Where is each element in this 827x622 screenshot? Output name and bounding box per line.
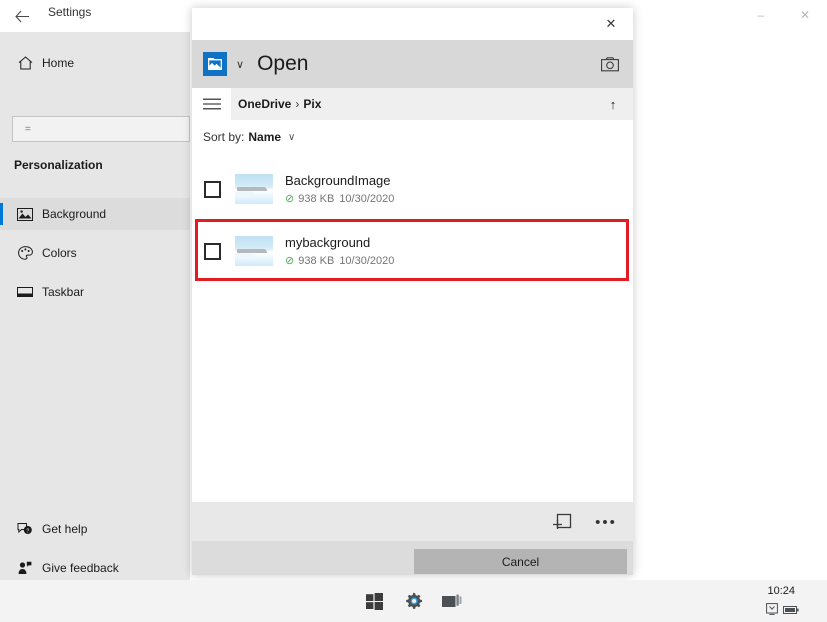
sidebar-item-give-feedback-label: Give feedback xyxy=(42,561,119,575)
file-thumbnail xyxy=(235,236,273,266)
navigate-up-button[interactable]: ↑ xyxy=(601,93,625,115)
breadcrumb-root[interactable]: OneDrive xyxy=(238,97,291,111)
sort-bar: Sort by: Name ∨ xyxy=(192,120,633,154)
taskbar: 10:24 xyxy=(0,580,827,622)
more-options-button[interactable]: ••• xyxy=(593,509,619,535)
sidebar-item-taskbar-label: Taskbar xyxy=(42,285,85,299)
file-info: mybackground ⊘ 938 KB 10/30/2020 xyxy=(285,234,394,269)
file-name: mybackground xyxy=(285,234,371,250)
settings-gear-icon xyxy=(405,592,422,609)
dialog-toolbar: ••• xyxy=(192,502,633,541)
file-list-item[interactable]: BackgroundImage ⊘ 938 KB 10/30/2020 xyxy=(192,158,633,220)
cloud-synced-icon: ⊘ xyxy=(285,192,295,205)
system-tray xyxy=(766,602,799,620)
file-checkbox[interactable] xyxy=(204,180,221,198)
task-view-icon xyxy=(442,594,462,607)
sidebar-item-background-label: Background xyxy=(42,207,107,221)
sort-by-label: Sort by: xyxy=(203,130,245,144)
hamburger-menu-icon xyxy=(202,98,221,110)
file-thumbnail xyxy=(235,174,273,204)
file-info: BackgroundImage ⊘ 938 KB 10/30/2020 xyxy=(285,172,394,207)
file-list: BackgroundImage ⊘ 938 KB 10/30/2020 myba… xyxy=(192,154,633,502)
breadcrumb-current[interactable]: Pix xyxy=(303,97,321,111)
file-date: 10/30/2020 xyxy=(339,254,395,267)
cancel-button[interactable]: Cancel xyxy=(414,549,627,574)
home-icon xyxy=(8,56,42,70)
back-arrow-icon xyxy=(14,10,29,22)
search-input-value: = xyxy=(25,123,31,135)
minimize-button[interactable]: – xyxy=(739,0,783,30)
cloud-synced-icon: ⊘ xyxy=(285,254,295,267)
feedback-icon xyxy=(8,561,42,575)
file-list-item[interactable]: mybackground ⊘ 938 KB 10/30/2020 xyxy=(192,220,633,282)
windows-start-icon xyxy=(365,592,383,610)
camera-icon xyxy=(601,56,619,71)
file-meta: ⊘ 938 KB 10/30/2020 xyxy=(285,253,394,269)
new-folder-button[interactable] xyxy=(549,509,575,535)
file-meta: ⊘ 938 KB 10/30/2020 xyxy=(285,191,394,207)
window-controls: – ✕ xyxy=(739,0,827,30)
sidebar-item-get-help[interactable]: ? Get help xyxy=(0,513,190,545)
start-button[interactable] xyxy=(354,580,394,622)
chevron-down-icon[interactable]: ∨ xyxy=(288,132,295,143)
sidebar-item-home[interactable]: Home xyxy=(0,48,190,78)
action-center-icon[interactable] xyxy=(766,602,778,620)
svg-text:?: ? xyxy=(26,528,29,534)
sidebar-item-taskbar[interactable]: Taskbar xyxy=(0,276,190,308)
chevron-down-icon[interactable]: ∨ xyxy=(236,58,244,71)
dialog-footer: Cancel xyxy=(192,541,633,575)
breadcrumb-bar: OneDrive › Pix ↑ xyxy=(192,88,633,120)
breadcrumb-separator: › xyxy=(295,97,300,111)
sidebar-item-get-help-label: Get help xyxy=(42,522,88,536)
file-checkbox[interactable] xyxy=(204,242,221,260)
breadcrumb: OneDrive › Pix xyxy=(238,97,321,111)
sidebar-item-background[interactable]: Background xyxy=(0,198,190,230)
back-button[interactable] xyxy=(8,4,36,28)
hamburger-menu-button[interactable] xyxy=(192,88,231,120)
task-view-button[interactable] xyxy=(432,580,472,622)
sort-by-value[interactable]: Name xyxy=(248,130,281,144)
taskbar-clock[interactable]: 10:24 xyxy=(767,585,795,598)
file-size: 938 KB xyxy=(298,254,335,267)
sidebar-item-colors[interactable]: Colors xyxy=(0,237,190,269)
file-name: BackgroundImage xyxy=(285,172,391,188)
settings-taskbar-button[interactable] xyxy=(393,580,433,622)
settings-sidebar: Home = Personalization Background Colors… xyxy=(0,32,190,580)
search-input[interactable]: = xyxy=(12,116,190,142)
photos-folder-icon xyxy=(203,52,227,76)
sidebar-item-home-label: Home xyxy=(42,56,75,70)
dialog-close-button[interactable]: ✕ xyxy=(591,10,631,38)
dialog-titlebar: ✕ xyxy=(192,8,633,40)
help-icon: ? xyxy=(8,522,42,536)
palette-icon xyxy=(8,246,42,260)
file-size: 938 KB xyxy=(298,192,335,205)
selection-accent-bar xyxy=(0,203,3,225)
new-folder-icon xyxy=(553,513,572,529)
file-date: 10/30/2020 xyxy=(339,192,395,205)
open-file-dialog: ✕ ∨ Open OneDrive › Pix ↑ Sort by: Name … xyxy=(192,8,633,575)
taskbar-icon xyxy=(8,286,42,298)
sidebar-item-colors-label: Colors xyxy=(42,246,77,260)
picture-icon xyxy=(8,207,42,221)
camera-button[interactable] xyxy=(596,50,624,78)
close-button[interactable]: ✕ xyxy=(783,0,827,30)
sidebar-section-header: Personalization xyxy=(14,158,103,172)
dialog-header: ∨ Open xyxy=(192,40,633,88)
dialog-title: Open xyxy=(257,52,309,75)
settings-window-title: Settings xyxy=(48,5,92,19)
battery-icon[interactable] xyxy=(783,602,799,620)
